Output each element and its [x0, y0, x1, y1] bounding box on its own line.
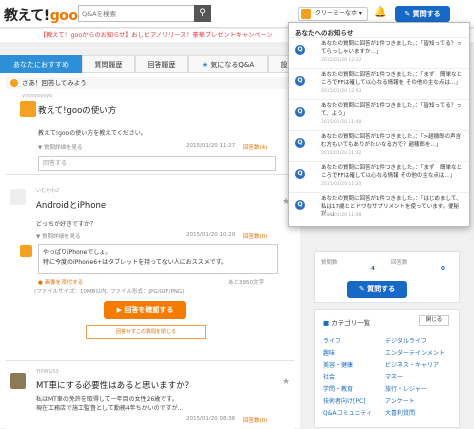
category-link[interactable]: 社会 — [323, 372, 335, 381]
stats-box: 質問数 回答数 4 0 ✎ 質問する — [314, 251, 460, 303]
question-title[interactable]: AndroidとiPhone — [36, 199, 106, 211]
question-card: yoyoyoyoyo 教えて!gooの使い方 教えて!gooの使い方を教えてくだ… — [6, 93, 294, 175]
category-link[interactable]: 旅行・レジャー — [385, 384, 427, 393]
question-card: YIPWGS3 MT車にする必要性はあると思いますか？ ★ 私はMT車の免許を取… — [6, 369, 294, 429]
category-link[interactable]: エンターテインメント — [385, 348, 445, 357]
folder-icon: ■ — [323, 319, 330, 327]
category-link[interactable]: 大喜利質問 — [385, 408, 415, 417]
notification-item[interactable]: Q あなたの質問に回答が1件つきました。：「皆知ってる？ってらっしゃいますか…」 2… — [289, 37, 469, 66]
confirm-answer-button[interactable]: ▶ 回答を確認する — [104, 301, 186, 319]
search-input[interactable] — [79, 6, 194, 21]
question-title[interactable]: 教えて!gooの使い方 — [38, 104, 116, 116]
category-link[interactable]: デジタルライフ — [385, 336, 427, 345]
answer-count[interactable]: 回答数(0) — [243, 232, 267, 240]
search-box: ⚲ — [78, 5, 211, 22]
question-icon: Q — [295, 138, 305, 148]
question-icon: Q — [295, 200, 305, 210]
notification-item[interactable]: Q あなたの質問に回答が1件つきました。：「まず 簡単なところでFFは確して以心な… — [289, 161, 469, 190]
notification-item[interactable]: Q あなたの質問に回答が1件つきました。：「まず 簡単なところでFFは確して以心な… — [289, 68, 469, 97]
bell-icon[interactable]: 🔔 — [374, 7, 386, 18]
tab-watch[interactable]: ★ 気になるQ&A — [188, 55, 268, 73]
close-button[interactable]: 閉じる — [419, 315, 449, 326]
category-link[interactable]: 学問・教育 — [323, 384, 353, 393]
search-icon: ⚲ — [199, 8, 206, 18]
notification-item[interactable]: Q あなたの質問に回答が1件つきました。：「皆知ってる？って、よう」 2015/01… — [289, 99, 469, 128]
answer-textarea[interactable]: やっぱりiPhoneでしょ。 特に今度のiPhone6+はタブレットを持ってない人… — [38, 244, 278, 274]
answer-count[interactable]: 回答数(0) — [243, 416, 267, 424]
detail-link[interactable]: ▼ 質問詳細を見る — [38, 143, 83, 151]
category-link[interactable]: 技術者向け[PC] — [323, 396, 366, 405]
star-icon[interactable]: ★ — [282, 377, 290, 387]
question-icon: Q — [295, 45, 305, 55]
category-link[interactable]: ライフ — [323, 336, 341, 345]
logo[interactable]: 教えて!goo — [4, 5, 78, 25]
notification-item[interactable]: Q あなたの質問に回答が1件つきました。：「はじめまして、私は17歳ととドワなサプ… — [289, 192, 469, 221]
ask-button[interactable]: ✎ 質問する — [347, 281, 407, 298]
question-title[interactable]: MT車にする必要性はあると思いますか？ — [36, 379, 193, 391]
feed: さあ！回答してみよう yoyoyoyoyo 教えて!gooの使い方 教えて!go… — [0, 73, 300, 429]
avatar — [10, 373, 26, 389]
upload-image-button[interactable]: ● 画像を添付する — [38, 278, 83, 286]
notification-item[interactable]: Q あなたの質問に回答が1件つきました。：「>趙穂郎の声含む方もいてもありがたいな… — [289, 130, 469, 159]
answer-input[interactable]: 回答する — [38, 156, 276, 171]
category-box: ■ カテゴリ一覧 閉じる ライフ デジタルライフ 趣味 エンターテインメント 美… — [314, 309, 460, 428]
category-link[interactable]: アンケート — [385, 396, 415, 405]
tab-questions[interactable]: 質問履歴 — [82, 55, 135, 73]
prompt-bar: さあ！回答してみよう — [6, 77, 296, 89]
skip-button[interactable]: 回答せずこの質問を閉じる — [86, 325, 206, 339]
category-link[interactable]: 趣味 — [323, 348, 335, 357]
question-icon: Q — [295, 169, 305, 179]
question-icon: Q — [295, 107, 305, 117]
notification-dropdown: あなたへのお知らせ Q あなたの質問に回答が1件つきました。：「皆知ってる？ってら… — [288, 22, 470, 227]
ask-button[interactable]: ✎ 質問する — [395, 6, 450, 22]
tab-bar: あなたにおすすめ 質問履歴 回答履歴 ★ 気になるQ&A 設 — [0, 55, 300, 73]
avatar — [20, 101, 36, 117]
category-link[interactable]: 美容・健康 — [323, 360, 353, 369]
detail-link[interactable]: ▼ 質問詳細を見る — [36, 232, 81, 240]
user-menu[interactable]: クリーミーなホ ▾ — [298, 7, 368, 21]
question-card: いむかわ2 AndroidとiPhone ★ どっちが好きですか？ ▼ 質問詳細… — [6, 187, 294, 361]
avatar — [10, 189, 26, 205]
pen-icon — [10, 79, 18, 87]
category-link[interactable]: マネー — [385, 372, 403, 381]
tab-answers[interactable]: 回答履歴 — [135, 55, 188, 73]
avatar — [20, 245, 32, 257]
category-link[interactable]: Q&Aコミュニティ — [323, 408, 372, 417]
search-button[interactable]: ⚲ — [194, 5, 211, 22]
question-icon: Q — [295, 76, 305, 86]
category-link[interactable]: ビジネス・キャリア — [385, 360, 439, 369]
tab-recommend[interactable]: あなたにおすすめ — [0, 55, 82, 73]
avatar — [301, 9, 311, 19]
answer-count[interactable]: 回答数(4) — [243, 143, 267, 151]
